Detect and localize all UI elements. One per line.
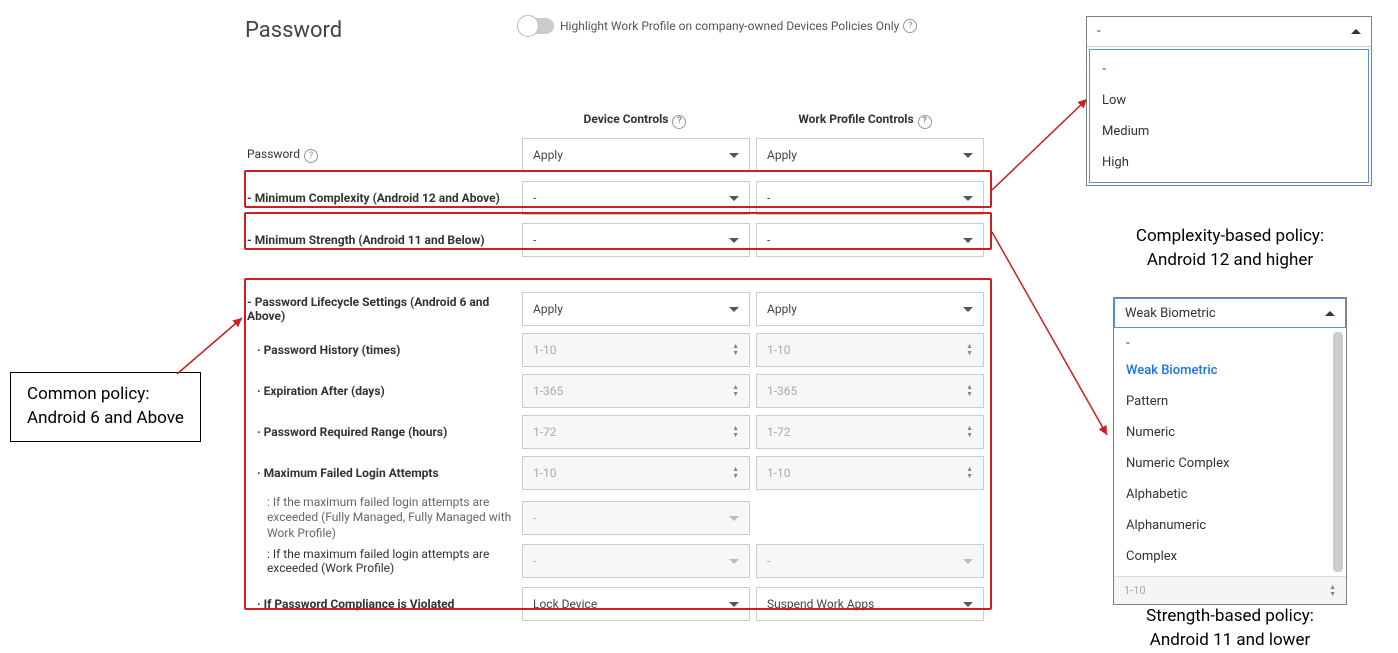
dropdown-strength-item[interactable]: Alphanumeric [1114,510,1333,541]
dropdown-strength-panel: Weak Biometric - Weak Biometric Pattern … [1113,297,1347,605]
caret-down-icon [963,153,973,158]
dropdown-strength-item[interactable]: Weak Biometric [1114,355,1333,386]
dropdown-strength-item[interactable]: Complex [1114,541,1333,572]
dropdown-strength-item[interactable]: Alphabetic [1114,479,1333,510]
arrow-common [177,314,247,374]
caret-down-icon [729,153,739,158]
caret-up-icon [1325,311,1335,316]
dropdown-complexity-item[interactable]: Medium [1090,116,1368,147]
arrow-complexity [992,95,1092,193]
dropdown-strength-item[interactable]: Numeric [1114,417,1333,448]
red-highlight-strength [244,212,992,250]
help-icon[interactable]: ? [918,115,932,129]
password-device-select[interactable]: Apply [522,138,750,172]
dropdown-complexity-item[interactable]: High [1090,147,1368,178]
dropdown-strength-selected[interactable]: Weak Biometric [1114,298,1346,328]
label-password: Password? [247,147,522,164]
help-icon[interactable]: ? [903,19,917,33]
red-highlight-common [244,278,992,610]
dropdown-strength-item[interactable]: Pattern [1114,386,1333,417]
highlight-toggle[interactable] [520,18,554,34]
help-icon[interactable]: ? [672,115,686,129]
dropdown-strength-item[interactable]: - [1114,332,1333,355]
dropdown-complexity-item[interactable]: - [1090,54,1368,85]
annotation-strength: Strength-based policy: Android 11 and lo… [1120,605,1340,653]
highlight-toggle-label: Highlight Work Profile on company-owned … [560,19,899,33]
dropdown-complexity-panel: - - Low Medium High [1086,16,1372,186]
help-icon[interactable]: ? [304,149,318,163]
annotation-complexity: Complexity-based policy: Android 12 and … [1110,225,1350,273]
caret-up-icon [1351,29,1361,34]
dropdown-strength-below-field: 1-10 ▲▼ [1114,576,1346,604]
arrow-strength [992,230,1112,440]
red-highlight-complexity [244,170,992,208]
annotation-common-box: Common policy: Android 6 and Above [10,372,201,442]
dropdown-complexity-selected[interactable]: - [1087,17,1371,47]
dropdown-complexity-item[interactable]: Low [1090,85,1368,116]
password-work-select[interactable]: Apply [756,138,984,172]
stepper-icon: ▲▼ [1329,584,1336,598]
scrollbar[interactable] [1333,332,1343,572]
dropdown-strength-item[interactable]: Numeric Complex [1114,448,1333,479]
